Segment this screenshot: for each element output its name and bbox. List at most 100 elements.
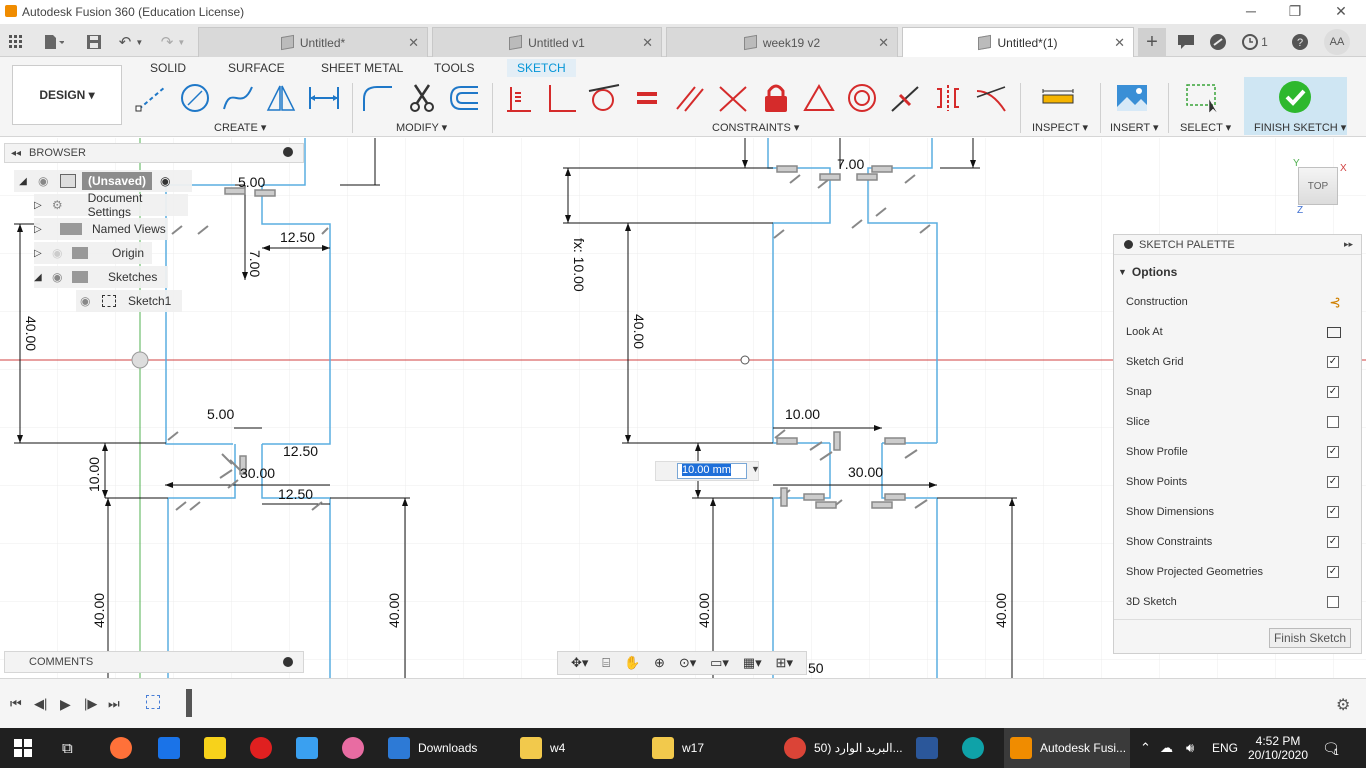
user-avatar[interactable]: AA: [1324, 29, 1350, 55]
mail-icon[interactable]: [158, 728, 188, 768]
close-tab-icon[interactable]: ✕: [408, 35, 419, 51]
extensions-icon[interactable]: [1204, 28, 1232, 56]
help-icon[interactable]: ?: [1286, 28, 1314, 56]
insert-menu[interactable]: INSERT ▾: [1110, 121, 1159, 134]
close-tab-icon[interactable]: ✕: [642, 35, 653, 51]
trim-scissors-icon[interactable]: [404, 80, 440, 116]
eye-icon[interactable]: ◉: [52, 270, 72, 284]
fit-zoom-icon[interactable]: ⊙▾: [679, 655, 696, 671]
eye-hidden-icon[interactable]: ◉: [52, 246, 72, 260]
modify-menu[interactable]: MODIFY ▾: [396, 121, 447, 134]
eye-icon[interactable]: ◉: [38, 174, 60, 188]
cloud-app-icon[interactable]: [296, 728, 326, 768]
coincident-icon[interactable]: [500, 80, 536, 116]
start-button[interactable]: [14, 728, 32, 768]
show-constraints-checkbox[interactable]: ✓: [1327, 536, 1339, 548]
look-at-icon[interactable]: [1327, 326, 1341, 338]
tab-sketch[interactable]: SKETCH: [507, 59, 576, 77]
spline-tool-icon[interactable]: [220, 80, 256, 116]
taskbar-w4[interactable]: w4: [520, 728, 565, 768]
palette-header[interactable]: SKETCH PALETTE ▸▸: [1114, 235, 1361, 255]
look-at-icon[interactable]: ⌸: [602, 655, 610, 671]
volume-icon[interactable]: 🔊︎: [1186, 728, 1194, 768]
zoom-icon[interactable]: ⊕: [654, 655, 665, 671]
undo-icon[interactable]: ↶ ▼: [112, 28, 150, 56]
constraints-menu[interactable]: CONSTRAINTS ▾: [712, 121, 799, 134]
line-tool-icon[interactable]: [134, 80, 170, 116]
comments-panel-header[interactable]: COMMENTS: [4, 651, 304, 673]
grid-settings-icon[interactable]: ▦▾: [743, 655, 762, 671]
expand-icon[interactable]: ▷: [34, 200, 52, 211]
fix-lock-icon[interactable]: [758, 80, 794, 116]
show-profile-checkbox[interactable]: ✓: [1327, 446, 1339, 458]
settings-gear-icon[interactable]: ⚙: [1336, 695, 1350, 715]
expand-icon[interactable]: ◢: [14, 176, 32, 187]
minus-icon[interactable]: [1124, 240, 1133, 249]
apps-grid-icon[interactable]: [2, 28, 30, 56]
offset-tool-icon[interactable]: [446, 80, 482, 116]
word-icon[interactable]: [916, 728, 946, 768]
finish-sketch-menu[interactable]: FINISH SKETCH ▾: [1254, 121, 1346, 134]
browser-item-document-settings[interactable]: ▷ ⚙ Document Settings: [34, 191, 188, 219]
show-projected-checkbox[interactable]: ✓: [1327, 566, 1339, 578]
close-tab-icon[interactable]: ✕: [1114, 35, 1125, 51]
tab-untitled-v1[interactable]: Untitled v1 ✕: [432, 27, 662, 57]
firefox-icon[interactable]: [110, 728, 140, 768]
edge-icon[interactable]: [962, 728, 992, 768]
sticky-notes-icon[interactable]: [204, 728, 234, 768]
browser-item-named-views[interactable]: ▷ Named Views: [34, 218, 168, 240]
sketch-grid-checkbox[interactable]: ✓: [1327, 356, 1339, 368]
close-button[interactable]: ✕: [1318, 0, 1364, 24]
show-dimensions-checkbox[interactable]: ✓: [1327, 506, 1339, 518]
taskbar-downloads[interactable]: Downloads: [388, 728, 477, 768]
symmetric-icon[interactable]: [930, 80, 966, 116]
options-section[interactable]: ▼ Options: [1118, 265, 1177, 279]
parallel-icon[interactable]: [672, 80, 708, 116]
circle-tool-icon[interactable]: [177, 80, 213, 116]
tab-tools[interactable]: TOOLS: [434, 59, 474, 77]
save-icon[interactable]: [80, 28, 108, 56]
play-icon[interactable]: ▶: [60, 696, 71, 713]
go-to-start-icon[interactable]: ⏮: [10, 696, 22, 712]
select-menu[interactable]: SELECT ▾: [1180, 121, 1231, 134]
eye-icon[interactable]: ◉: [80, 294, 102, 308]
mirror-tool-icon[interactable]: [263, 80, 299, 116]
restore-button[interactable]: ❐: [1272, 0, 1318, 24]
insert-image-icon[interactable]: [1114, 80, 1150, 116]
snap-checkbox[interactable]: ✓: [1327, 386, 1339, 398]
pan-hand-icon[interactable]: ✋: [624, 655, 640, 671]
collapse-panel-icon[interactable]: ◂◂: [11, 148, 21, 159]
tray-chevron-icon[interactable]: ⌃: [1140, 728, 1151, 768]
task-view-icon[interactable]: ⧉: [62, 728, 73, 768]
orbit-icon[interactable]: ✥▾: [571, 655, 588, 671]
step-forward-icon[interactable]: |▶: [84, 696, 97, 712]
taskbar-chrome-mail[interactable]: البريد الوارد (50...: [784, 728, 903, 768]
concentric-icon[interactable]: [844, 80, 880, 116]
browser-item-origin[interactable]: ▷ ◉ Origin: [34, 242, 152, 264]
measure-ruler-icon[interactable]: [1040, 80, 1076, 116]
dimension-tool-icon[interactable]: [306, 80, 342, 116]
expand-panel-icon[interactable]: ▸▸: [1344, 239, 1353, 250]
display-settings-icon[interactable]: ▭▾: [710, 655, 729, 671]
construction-icon[interactable]: ⊰: [1329, 294, 1341, 311]
browser-item-sketch1[interactable]: ◉ Sketch1: [76, 290, 182, 312]
tangent-icon[interactable]: [586, 80, 622, 116]
inspect-menu[interactable]: INSPECT ▾: [1032, 121, 1088, 134]
expand-icon[interactable]: ▷: [34, 248, 52, 259]
tab-surface[interactable]: SURFACE: [228, 59, 285, 77]
curvature-icon[interactable]: [973, 80, 1009, 116]
finish-sketch-palette-button[interactable]: Finish Sketch: [1268, 628, 1351, 648]
new-tab-button[interactable]: +: [1138, 28, 1166, 56]
tab-solid[interactable]: SOLID: [150, 59, 186, 77]
fillet-tool-icon[interactable]: [360, 80, 396, 116]
network-icon[interactable]: ☁: [1160, 728, 1173, 768]
browser-panel-header[interactable]: ◂◂ BROWSER: [4, 143, 304, 163]
expand-icon[interactable]: ◢: [34, 272, 52, 283]
notifications-icon[interactable]: [1172, 28, 1200, 56]
equal-icon[interactable]: [629, 80, 665, 116]
pdf-app-icon[interactable]: [250, 728, 280, 768]
show-points-checkbox[interactable]: ✓: [1327, 476, 1339, 488]
slice-checkbox[interactable]: [1327, 416, 1339, 428]
step-back-icon[interactable]: ◀|: [34, 696, 47, 712]
browser-root[interactable]: ◢ ◉ (Unsaved) ◉: [14, 170, 192, 192]
